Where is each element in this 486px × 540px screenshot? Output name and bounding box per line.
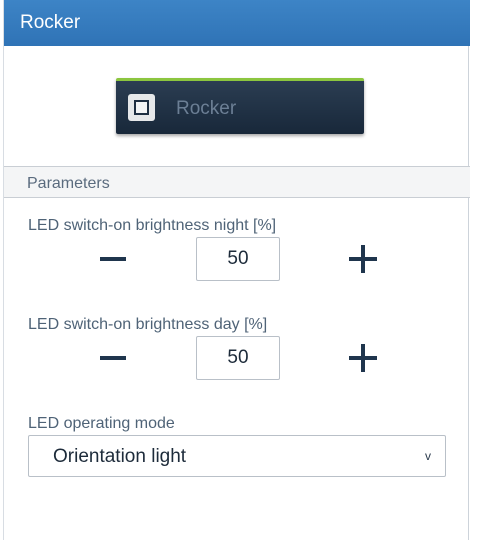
night-brightness-label: LED switch-on brightness night [%]	[28, 217, 277, 234]
night-brightness-increase-button[interactable]	[349, 237, 377, 281]
parameters-section-header: Parameters	[4, 166, 470, 198]
day-brightness-stepper: 50	[4, 336, 470, 382]
minus-icon	[100, 257, 126, 261]
panel-header: Rocker	[4, 0, 470, 46]
section-title: Parameters	[27, 175, 110, 192]
device-label: Rocker	[176, 98, 237, 119]
operating-mode-select[interactable]: Orientation light v	[28, 435, 446, 477]
device-button-wrap: Rocker	[116, 78, 364, 134]
settings-panel: Rocker Rocker Parameters LED switch-on b…	[3, 0, 470, 540]
night-brightness-input[interactable]: 50	[196, 237, 280, 281]
day-brightness-label: LED switch-on brightness day [%]	[28, 316, 268, 333]
rocker-switch-icon	[128, 94, 155, 121]
night-brightness-decrease-button[interactable]	[100, 237, 126, 281]
rocker-device-button[interactable]: Rocker	[116, 78, 364, 134]
operating-mode-value: Orientation light	[53, 446, 187, 467]
operating-mode-label: LED operating mode	[28, 415, 175, 432]
day-brightness-decrease-button[interactable]	[100, 336, 126, 380]
night-brightness-stepper: 50	[4, 237, 470, 283]
page: Rocker Rocker Parameters LED switch-on b…	[0, 0, 486, 540]
panel-title: Rocker	[20, 12, 81, 33]
day-brightness-input[interactable]: 50	[196, 336, 280, 380]
chevron-down-icon: v	[425, 449, 431, 463]
day-brightness-increase-button[interactable]	[349, 336, 377, 380]
minus-icon	[100, 356, 126, 360]
